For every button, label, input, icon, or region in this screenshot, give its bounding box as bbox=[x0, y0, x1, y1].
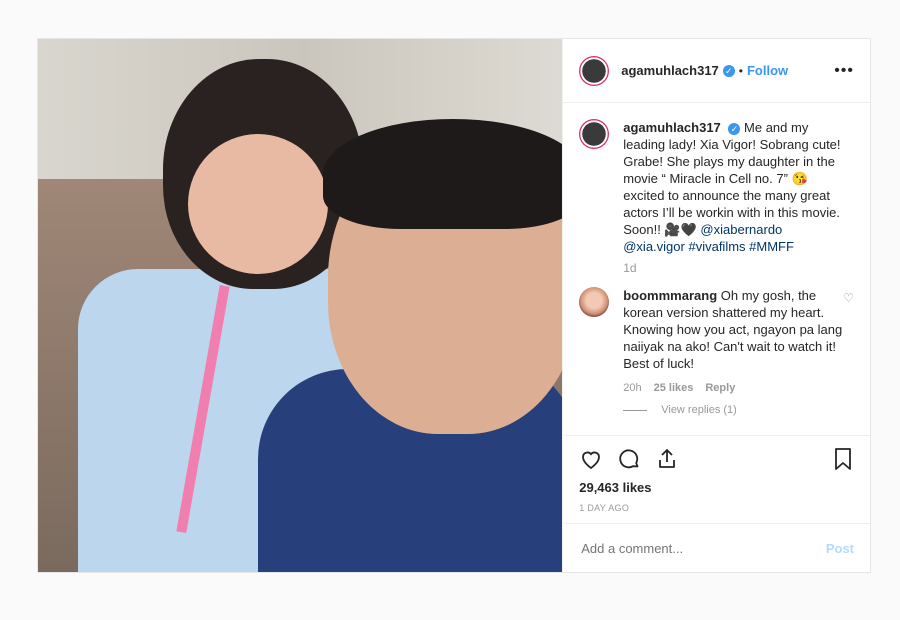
caption: agamuhlach317 ✓ Me and my leading lady! … bbox=[579, 119, 854, 255]
follow-button[interactable]: Follow bbox=[747, 63, 788, 78]
heart-icon[interactable] bbox=[579, 447, 603, 471]
caption-text: Me and my leading lady! Xia Vigor! Sobra… bbox=[623, 120, 841, 237]
post-actions: 29,463 likes 1 DAY AGO bbox=[563, 435, 870, 523]
comment-input[interactable] bbox=[579, 539, 826, 557]
verified-icon: ✓ bbox=[722, 64, 735, 77]
comments-section: agamuhlach317 ✓ Me and my leading lady! … bbox=[563, 103, 870, 435]
view-replies-label: View replies (1) bbox=[661, 404, 737, 416]
more-options-icon[interactable]: ••• bbox=[834, 62, 854, 80]
add-comment-bar: Post bbox=[563, 523, 870, 572]
comment: boommmarang Oh my gosh, the korean versi… bbox=[579, 287, 854, 372]
instagram-post: agamuhlach317 ✓ • Follow ••• agamuhlach3… bbox=[37, 38, 871, 573]
post-sidebar: agamuhlach317 ✓ • Follow ••• agamuhlach3… bbox=[562, 39, 870, 572]
comment-timestamp: 20h bbox=[623, 382, 642, 394]
commenter-avatar[interactable] bbox=[579, 287, 610, 317]
post-header: agamuhlach317 ✓ • Follow ••• bbox=[563, 39, 870, 103]
view-replies-button[interactable]: View replies (1) bbox=[623, 404, 854, 416]
commenter-username[interactable]: boommmarang bbox=[623, 288, 717, 303]
author-username[interactable]: agamuhlach317 bbox=[621, 63, 719, 78]
caption-avatar[interactable] bbox=[579, 119, 610, 149]
author-avatar[interactable] bbox=[579, 55, 610, 86]
post-photo[interactable] bbox=[38, 39, 563, 572]
post-button[interactable]: Post bbox=[826, 541, 854, 556]
share-icon[interactable] bbox=[655, 447, 679, 471]
comment-icon[interactable] bbox=[617, 447, 641, 471]
verified-icon: ✓ bbox=[728, 122, 741, 135]
reply-button[interactable]: Reply bbox=[705, 382, 735, 394]
comment-meta: 20h 25 likes Reply bbox=[623, 382, 854, 394]
post-timestamp: 1 DAY AGO bbox=[579, 503, 630, 513]
comment-like-icon[interactable]: ♡ bbox=[843, 291, 854, 305]
comment-likes[interactable]: 25 likes bbox=[654, 382, 694, 394]
caption-username[interactable]: agamuhlach317 bbox=[623, 120, 721, 135]
caption-hashtags[interactable]: #vivafilms #MMFF bbox=[688, 239, 793, 254]
caption-timestamp: 1d bbox=[623, 261, 637, 275]
header-separator: • bbox=[738, 63, 743, 78]
bookmark-icon[interactable] bbox=[832, 447, 854, 471]
like-count[interactable]: 29,463 likes bbox=[579, 480, 854, 495]
